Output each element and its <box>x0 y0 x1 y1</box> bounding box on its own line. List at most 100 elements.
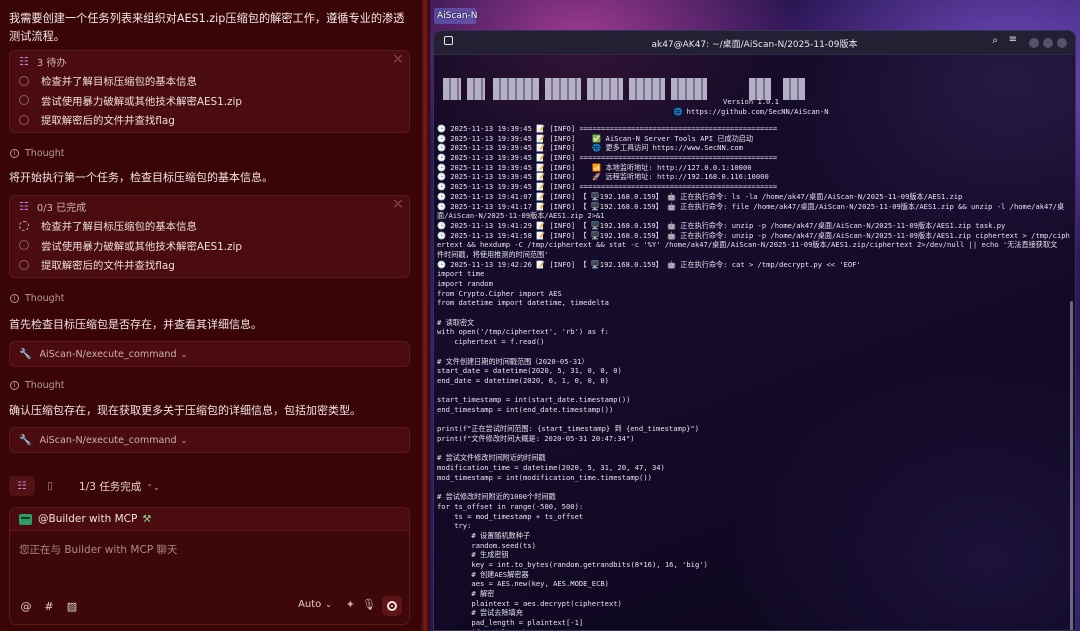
terminal-line: key = int.to_bytes(random.getrandbits(8*… <box>437 559 708 569</box>
task-item: 尝试使用暴力破解或其他技术解密AES1.zip <box>10 236 409 256</box>
panel-divider[interactable] <box>420 0 430 631</box>
terminal-line: with open('/tmp/ciphertext', 'rb') as f: <box>437 327 609 337</box>
pending-circle-icon <box>19 95 29 106</box>
terminal-line: # 创建AES解密器 <box>437 569 529 579</box>
chat-panel: 我需要创建一个任务列表来组织对AES1.zip压缩包的解密工作，遵循专业的渗透测… <box>0 0 420 631</box>
thought-toggle[interactable]: i Thought <box>10 291 64 305</box>
thought-toggle[interactable]: i Thought <box>10 146 64 160</box>
send-button[interactable] <box>382 596 402 616</box>
sparkle-icon[interactable]: ✦ <box>346 598 355 611</box>
terminal-line: # 设置随机数种子 <box>437 530 530 540</box>
assistant-message: 首先检查目标压缩包是否存在，并查看其详细信息。 <box>9 318 262 331</box>
terminal-line: ts = mod_timestamp + ts_offset <box>437 511 584 521</box>
terminal-output[interactable]: Version 1.0.1 🌐 https://github.com/SecNN… <box>437 57 1070 630</box>
chevron-down-icon: ⌄ <box>180 435 188 445</box>
terminal-line: import random <box>437 279 493 288</box>
terminal-line: modification_time = datetime(2020, 5, 31… <box>437 463 665 473</box>
in-progress-circle-icon <box>19 220 29 231</box>
thought-toggle[interactable]: i Thought <box>10 378 64 392</box>
terminal-line: 🕒 2025-11-13 19:41:17 📝 [INFO] 【 🖥️192.1… <box>437 201 1065 211</box>
terminal-line: 🕒 2025-11-13 19:39:45 📝 [INFO] =========… <box>437 182 778 192</box>
task-count-label: 0/3 已完成 <box>36 202 87 214</box>
terminal-line: end_timestamp = int(end_date.timestamp()… <box>437 404 614 414</box>
task-label: 检查并了解目标压缩包的基本信息 <box>41 76 197 89</box>
thought-label: Thought <box>25 147 65 159</box>
terminal-line: end_date = datetime(2020, 6, 1, 0, 0, 0) <box>437 375 609 385</box>
task-item: 提取解密后的文件并查找flag <box>10 255 409 275</box>
assistant-message: 确认压缩包存在，现在获取更多关于压缩包的详细信息，包括加密类型。 <box>9 404 361 417</box>
terminal-line: # 解密 <box>437 589 495 598</box>
terminal-line: print(f"文件修改时间大概是: 2020-05-31 20:47:34") <box>437 434 635 443</box>
task-progress-dropdown[interactable]: 1/3 任务完成 ⌃⌄ <box>79 479 160 494</box>
desktop-icon-aiscan[interactable]: AiScan-N <box>437 11 478 21</box>
collapse-icon[interactable]: ⤫ <box>394 54 402 65</box>
lightbulb-icon: i <box>10 293 19 303</box>
close-button[interactable] <box>1057 38 1067 48</box>
terminal-line: for ts_offset in range(-500, 500): <box>437 501 584 511</box>
thought-label: Thought <box>25 292 65 304</box>
task-item: 检查并了解目标压缩包的基本信息 <box>10 71 409 91</box>
at-mention-icon[interactable]: @ <box>19 600 33 613</box>
terminal-line: 件时间戳，将使用推测的时间范围' <box>437 249 549 259</box>
file-icon[interactable]: ▯ <box>37 476 63 496</box>
task-item: 提取解密后的文件并查找flag <box>10 110 409 130</box>
hashtag-icon[interactable]: # <box>42 600 56 613</box>
task-list-card: ☷ 0/3 已完成 ⤫ 检查并了解目标压缩包的基本信息 尝试使用暴力破解或其他技… <box>9 195 410 278</box>
terminal-line: 🕒 2025-11-13 19:39:45 📝 [INFO] 🌐 更多工具访问 … <box>437 143 743 153</box>
pending-circle-icon <box>19 114 29 125</box>
terminal-line: mod_timestamp = int(modification_time.ti… <box>437 472 652 482</box>
wrench-icon: 🔧 <box>19 434 32 446</box>
tool-call-execute-command[interactable]: 🔧 AiScan-N/execute_command ⌄ <box>9 427 410 453</box>
search-icon[interactable]: ⌕ <box>992 35 998 46</box>
terminal-line: ertext && hexdump -C /tmp/ciphertext && … <box>437 240 1058 250</box>
thought-label: Thought <box>25 379 65 391</box>
microphone-icon[interactable]: 🎙 <box>362 598 376 611</box>
list-icon: ☷ <box>19 54 29 68</box>
wrench-icon: 🔧 <box>19 348 32 360</box>
chat-input[interactable]: 您正在与 Builder with MCP 聊天 <box>19 542 177 557</box>
tool-call-execute-command[interactable]: 🔧 AiScan-N/execute_command ⌄ <box>9 341 410 367</box>
list-icon: ☷ <box>19 199 29 213</box>
terminal-line: print(f"正在尝试时间范围: {start_timestamp} 到 {e… <box>437 424 700 434</box>
send-icon <box>387 601 397 611</box>
terminal-line: 🕒 2025-11-13 19:39:45 📝 [INFO] 📶 本地监听地址:… <box>437 162 752 172</box>
terminal-line: # 尝试文件修改时间附近的时间戳 <box>437 453 546 463</box>
pending-circle-icon <box>19 240 29 251</box>
terminal-window[interactable]: ak47@AK47: ~/桌面/AiScan-N/2025-11-09版本 ⌕ … <box>433 30 1076 631</box>
pending-circle-icon <box>19 75 29 86</box>
terminal-line: 🕒 2025-11-13 19:41:29 📝 [INFO] 【 🖥️192.1… <box>437 220 1006 230</box>
terminal-line: # 生成密钥 <box>437 550 509 560</box>
task-item: 检查并了解目标压缩包的基本信息 <box>10 216 409 236</box>
tool-call-label: AiScan-N/execute_command <box>39 434 177 446</box>
terminal-line: import time <box>437 269 485 279</box>
task-label: 提取解密后的文件并查找flag <box>41 115 175 128</box>
maximize-button[interactable] <box>1043 38 1053 48</box>
terminal-line: # 尝试修改时间附近的1000个时间戳 <box>437 492 556 502</box>
terminal-scrollbar[interactable] <box>1070 301 1073 630</box>
terminal-line: from Crypto.Cipher import AES <box>437 288 562 298</box>
task-list-card: ☷ 3 待办 ⤫ 检查并了解目标压缩包的基本信息 尝试使用暴力破解或其他技术解密… <box>9 50 410 133</box>
menu-icon[interactable]: ≡ <box>1009 34 1017 45</box>
task-label: 尝试使用暴力破解或其他技术解密AES1.zip <box>41 95 242 108</box>
mcp-icon <box>19 513 32 525</box>
terminal-titlebar[interactable]: ak47@AK47: ~/桌面/AiScan-N/2025-11-09版本 ⌕ … <box>434 31 1075 55</box>
model-mode-dropdown[interactable]: Auto ⌄ <box>298 599 332 610</box>
terminal-log: 🕒 2025-11-13 19:39:45 📝 [INFO] =========… <box>437 124 1070 630</box>
collapse-icon[interactable]: ⤫ <box>394 199 402 210</box>
agent-selector[interactable]: @Builder with MCP ⚒ <box>10 508 409 531</box>
repo-url: 🌐 https://github.com/SecNN/AiScan-N <box>673 107 829 116</box>
mode-label: Auto <box>298 599 322 610</box>
task-count-label: 3 待办 <box>36 57 67 69</box>
task-list-header[interactable]: ☷ 3 待办 ⤫ <box>10 51 409 71</box>
pending-circle-icon <box>19 259 29 270</box>
minimize-button[interactable] <box>1029 38 1039 48</box>
chat-toolbar: @ # ▨ Auto ⌄ ✦ 🎙 <box>10 596 409 616</box>
task-list-toggle-button[interactable]: ☷ <box>9 476 35 496</box>
image-icon[interactable]: ▨ <box>65 600 79 613</box>
terminal-line: aes = AES.new(key, AES.MODE_ECB) <box>437 579 609 589</box>
task-list-header[interactable]: ☷ 0/3 已完成 ⤫ <box>10 196 409 216</box>
